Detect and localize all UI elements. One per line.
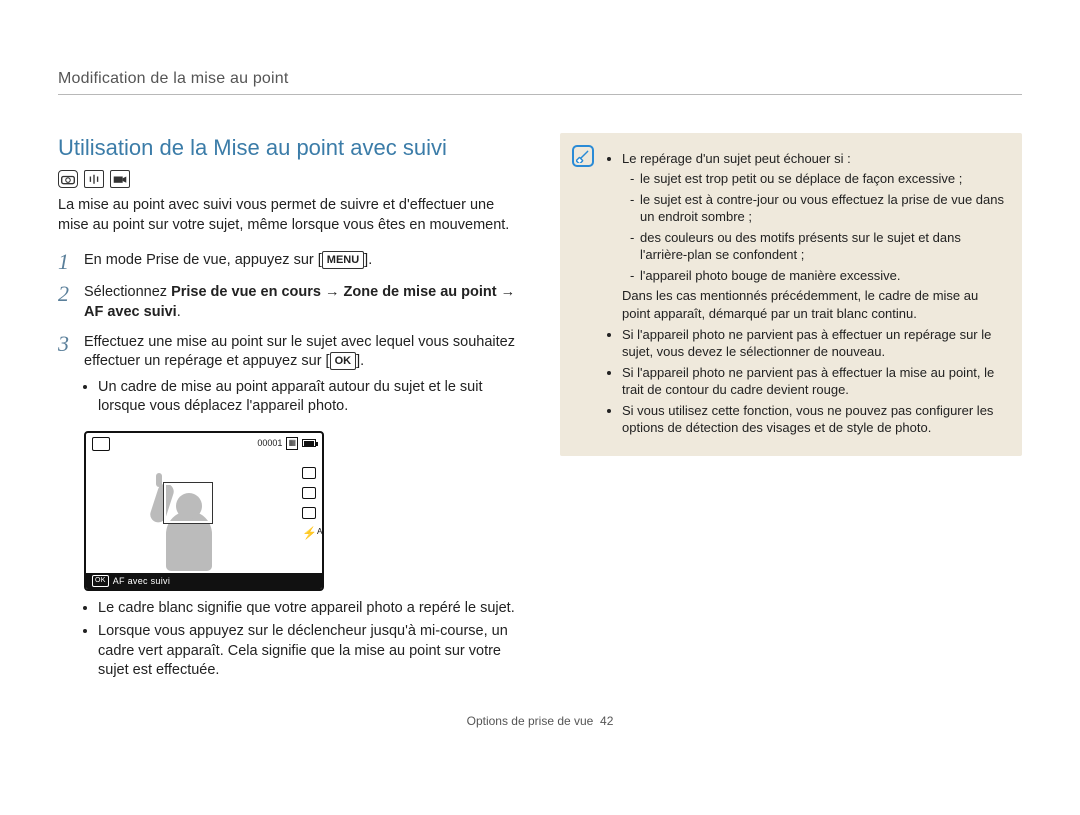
page-title: Utilisation de la Mise au point avec sui…: [58, 133, 520, 163]
text: En mode Prise de vue, appuyez sur [: [84, 252, 322, 268]
list-item: Si l'appareil photo ne parvient pas à ef…: [622, 364, 1006, 399]
text: Le repérage d'un sujet peut échouer si :: [622, 151, 851, 166]
step-1: 1 En mode Prise de vue, appuyez sur [MEN…: [58, 251, 520, 273]
battery-icon: [302, 439, 316, 447]
section-title: Modification de la mise au point: [58, 68, 1022, 95]
list-item: des couleurs ou des motifs présents sur …: [630, 229, 1006, 264]
ok-key-icon: OK: [330, 352, 357, 370]
lcd-side-icons: ⚡ᴬ: [302, 467, 316, 539]
step-text: Effectuez une mise au point sur le sujet…: [84, 333, 520, 421]
step-3: 3 Effectuez une mise au point sur le suj…: [58, 333, 520, 421]
lcd-topbar: 00001 ▦: [92, 437, 316, 450]
sub-bullet-list: Un cadre de mise au point apparaît autou…: [84, 378, 520, 417]
right-column: Le repérage d'un sujet peut échouer si :…: [560, 133, 1022, 685]
iso-icon: [302, 507, 316, 519]
text: Effectuez une mise au point sur le sujet…: [84, 334, 515, 370]
sub-list: le sujet est trop petit ou se déplace de…: [622, 170, 1006, 284]
quality-icon: [302, 487, 316, 499]
after-lcd-bullets: Le cadre blanc signifie que votre appare…: [84, 599, 520, 681]
text: Dans les cas mentionnés précédemment, le…: [622, 287, 1006, 322]
list-item: le sujet est trop petit ou se déplace de…: [630, 170, 1006, 188]
intro-text: La mise au point avec suivi vous permet …: [58, 196, 520, 235]
step-text: En mode Prise de vue, appuyez sur [MENU]…: [84, 251, 520, 273]
focus-frame: [164, 483, 212, 523]
arrow-icon: →: [321, 284, 344, 300]
list-item: le sujet est à contre-jour ou vous effec…: [630, 191, 1006, 226]
arrow-icon: →: [497, 284, 516, 300]
step-text: Sélectionnez Prise de vue en cours → Zon…: [84, 283, 520, 322]
mode-icons: [58, 170, 520, 188]
tip-list: Le repérage d'un sujet peut échouer si :…: [608, 150, 1006, 437]
lcd-caption: AF avec suivi: [113, 575, 170, 587]
bold-text: AF avec suivi: [84, 304, 177, 320]
content-columns: Utilisation de la Mise au point avec sui…: [58, 133, 1022, 685]
note-icon: [572, 145, 594, 167]
left-column: Utilisation de la Mise au point avec sui…: [58, 133, 520, 685]
lcd-bottombar: OK AF avec suivi: [86, 573, 322, 589]
step-2: 2 Sélectionnez Prise de vue en cours → Z…: [58, 283, 520, 322]
footer-label: Options de prise de vue: [467, 714, 594, 728]
shot-counter: 00001: [257, 437, 282, 449]
list-item: Le repérage d'un sujet peut échouer si :…: [622, 150, 1006, 323]
quality-icon: ▦: [286, 437, 298, 450]
list-item: Le cadre blanc signifie que votre appare…: [98, 599, 520, 619]
page: Modification de la mise au point Utilisa…: [0, 0, 1080, 729]
flash-icon: ⚡ᴬ: [302, 527, 316, 539]
list-item: Si l'appareil photo ne parvient pas à ef…: [622, 326, 1006, 361]
photo-size-icon: [302, 467, 316, 479]
dis-mode-icon: [84, 170, 104, 188]
movie-mode-icon: [110, 170, 130, 188]
list-item: Un cadre de mise au point apparaît autou…: [98, 378, 520, 417]
text: Sélectionnez: [84, 284, 171, 300]
bold-text: Zone de mise au point: [344, 284, 497, 300]
ok-indicator-icon: OK: [92, 575, 109, 586]
bold-text: Prise de vue en cours: [171, 284, 321, 300]
page-footer: Options de prise de vue 42: [58, 713, 1022, 729]
list-item: Si vous utilisez cette fonction, vous ne…: [622, 402, 1006, 437]
lcd-preview: 00001 ▦ ⚡ᴬ: [84, 431, 324, 591]
text: ].: [364, 252, 372, 268]
tip-box: Le repérage d'un sujet peut échouer si :…: [560, 133, 1022, 456]
list-item: Lorsque vous appuyez sur le déclencheur …: [98, 622, 520, 681]
step-number: 3: [58, 333, 74, 421]
program-mode-icon: [58, 170, 78, 188]
steps-list: 1 En mode Prise de vue, appuyez sur [MEN…: [58, 251, 520, 420]
list-item: l'appareil photo bouge de manière excess…: [630, 267, 1006, 285]
page-number: 42: [600, 714, 613, 728]
text: .: [177, 304, 181, 320]
menu-key-icon: MENU: [322, 251, 364, 269]
step-number: 1: [58, 251, 74, 273]
step-number: 2: [58, 283, 74, 322]
text: ].: [356, 353, 364, 369]
